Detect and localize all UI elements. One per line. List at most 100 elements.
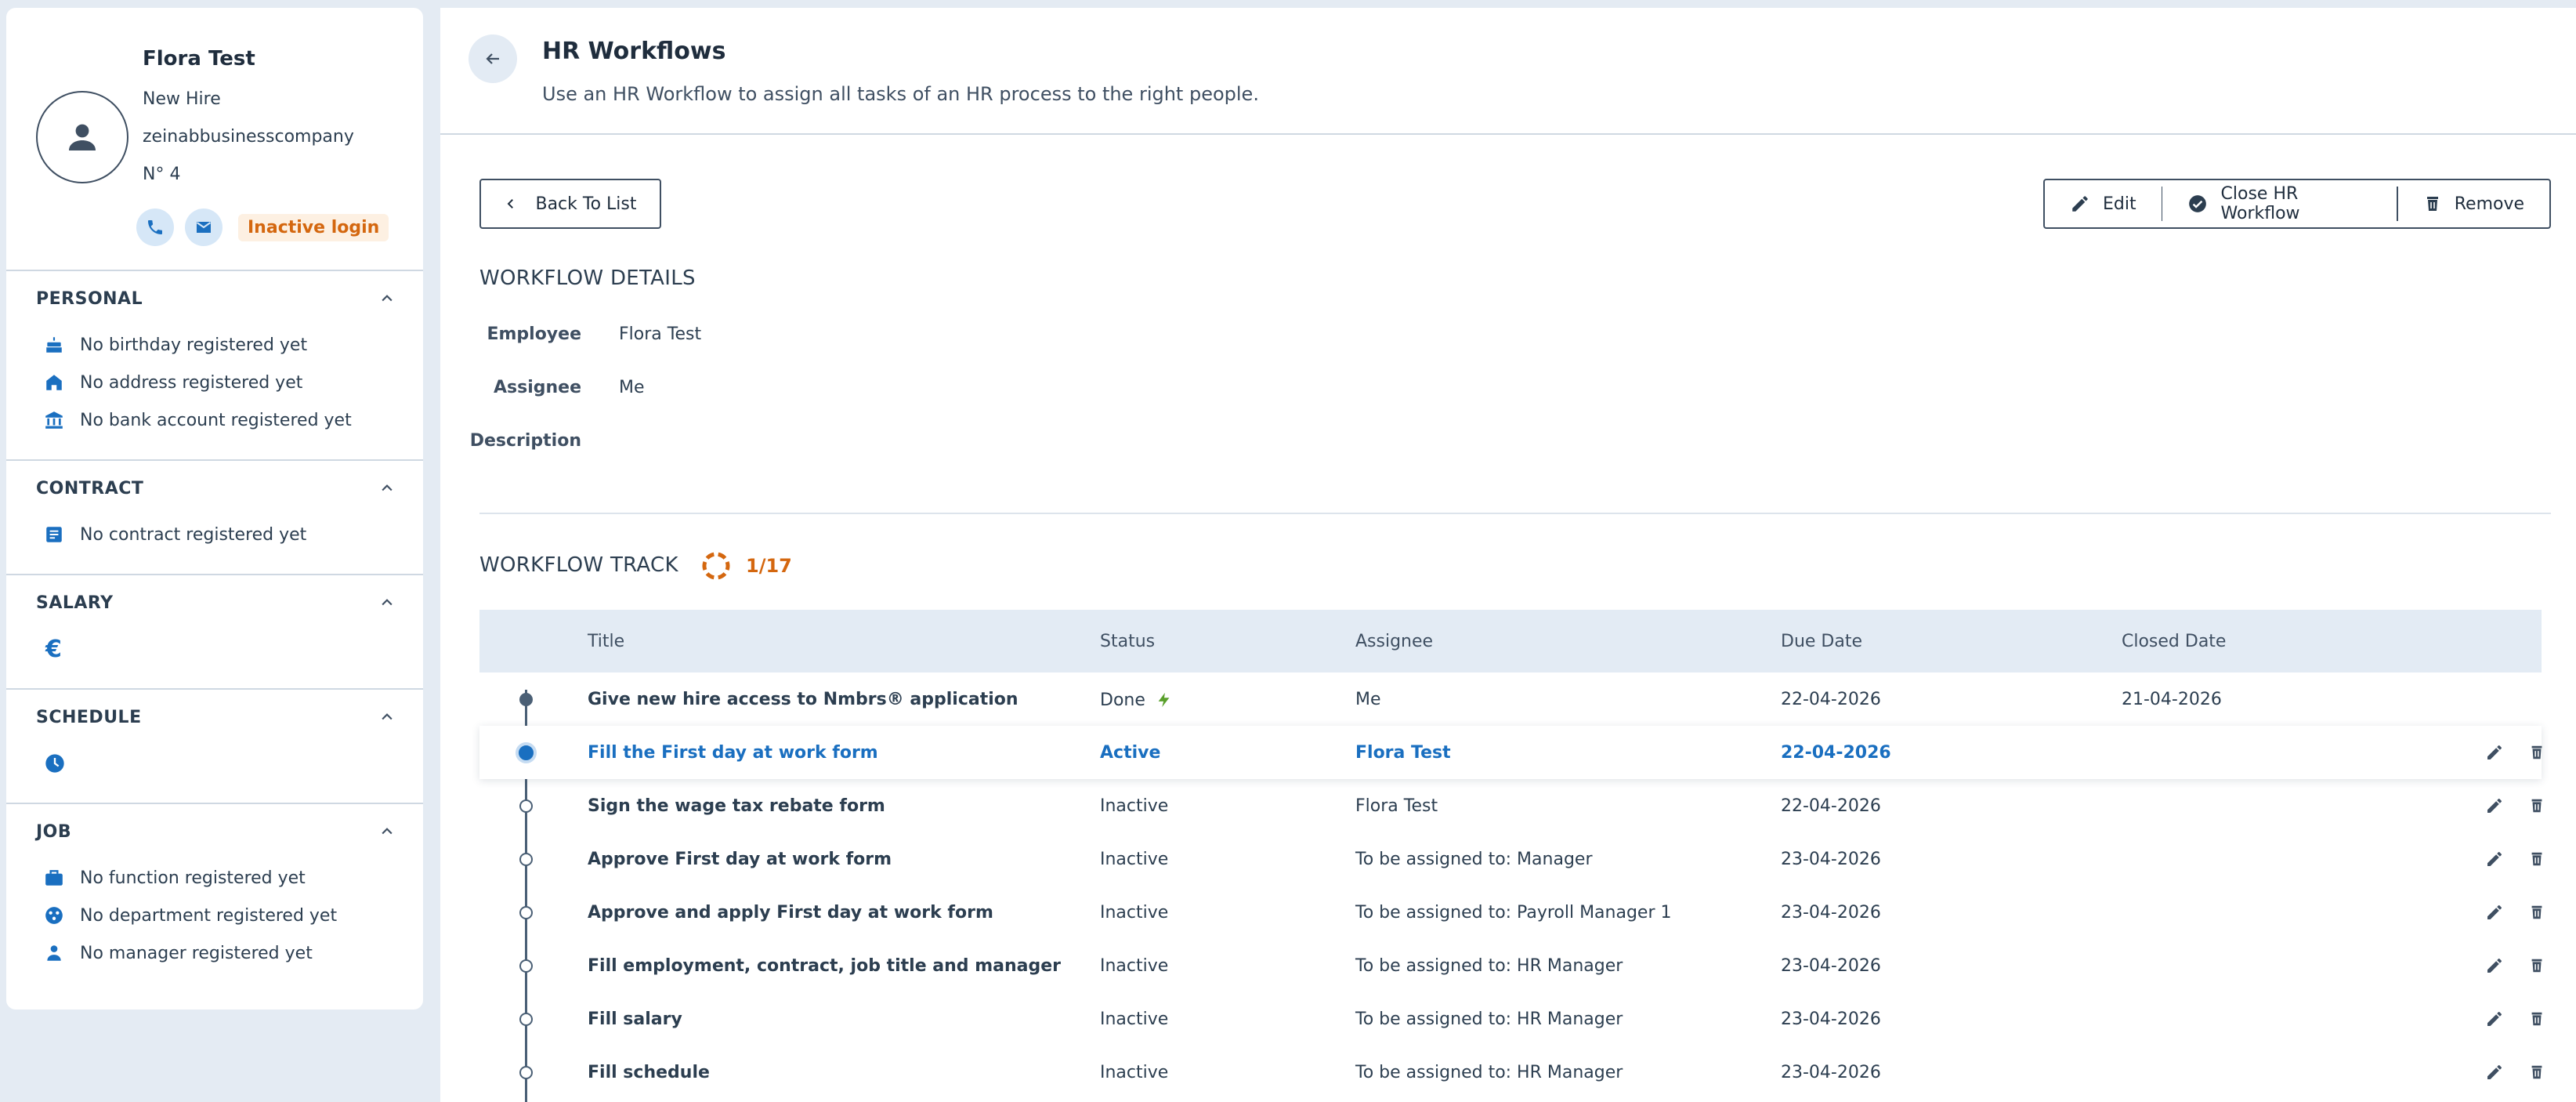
chevron-left-icon <box>508 199 514 208</box>
workflow-main-panel: HR Workflows Use an HR Workflow to assig… <box>440 8 2576 1102</box>
row-actions <box>2484 795 2548 817</box>
edit-button[interactable]: Edit <box>2045 180 2162 227</box>
department-item: No department registered yet <box>6 897 423 934</box>
bank-icon <box>45 411 63 429</box>
table-row[interactable]: Fill employment, contract, job title and… <box>479 939 2542 992</box>
manager-item: No manager registered yet <box>6 934 423 972</box>
column-header-due-date: Due Date <box>1781 631 1862 651</box>
trash-icon <box>2426 197 2438 211</box>
bank-account-text: No bank account registered yet <box>80 410 352 430</box>
section-title: SALARY <box>36 593 114 613</box>
back-to-list-button[interactable]: Back To List <box>479 179 661 229</box>
column-header-title: Title <box>588 631 625 651</box>
pencil-icon <box>2487 905 2502 919</box>
progress-ring-segment <box>705 571 715 580</box>
task-assignee: To be assigned to: HR Manager <box>1355 1063 1623 1082</box>
chevron-up-icon <box>382 295 393 302</box>
section-title: CONTRACT <box>36 478 144 498</box>
table-row[interactable]: Give new hire access to Nmbrs® applicati… <box>479 672 2542 726</box>
delete-task-button[interactable] <box>2526 1008 2548 1030</box>
task-title: Sign the wage tax rebate form <box>588 796 885 816</box>
remove-button[interactable]: Remove <box>2398 180 2549 227</box>
table-row[interactable]: Approve First day at work form Inactive … <box>479 832 2542 886</box>
schedule-item <box>6 745 423 782</box>
close-workflow-button[interactable]: Close HR Workflow <box>2162 180 2396 227</box>
table-row[interactable]: Fill salary Inactive To be assigned to: … <box>479 992 2542 1046</box>
header-back-button[interactable] <box>469 34 517 83</box>
employee-value: Flora Test <box>619 324 702 344</box>
edit-task-button[interactable] <box>2484 795 2505 817</box>
task-status-text: Done <box>1100 691 1145 710</box>
delete-task-button[interactable] <box>2526 1061 2548 1083</box>
birthday-item: No birthday registered yet <box>6 326 423 364</box>
close-workflow-label: Close HR Workflow <box>2220 184 2300 223</box>
delete-task-button[interactable] <box>2526 901 2548 923</box>
lightning-icon <box>1158 692 1170 708</box>
pencil-icon <box>2487 745 2502 759</box>
back-to-list-label: Back To List <box>535 194 637 214</box>
phone-icon <box>148 220 162 234</box>
assignee-label: Assignee <box>493 378 581 397</box>
delete-task-button[interactable] <box>2526 955 2548 977</box>
mail-icon <box>196 222 212 233</box>
salary-item: € <box>6 630 423 668</box>
edit-label: Edit <box>2103 194 2136 214</box>
job-section-header[interactable]: JOB <box>6 804 423 859</box>
task-assignee: To be assigned to: Payroll Manager 1 <box>1355 903 1672 923</box>
edit-task-button[interactable] <box>2484 955 2505 977</box>
schedule-section-header[interactable]: SCHEDULE <box>6 690 423 745</box>
task-due-date: 23-04-2026 <box>1781 850 1881 869</box>
row-actions <box>2484 741 2548 763</box>
table-row[interactable]: Fill the First day at work form Active F… <box>479 726 2542 779</box>
function-item: No function registered yet <box>6 859 423 897</box>
address-text: No address registered yet <box>80 372 303 393</box>
task-assignee: Flora Test <box>1355 743 1451 763</box>
table-row[interactable]: Fill schedule Inactive To be assigned to… <box>479 1046 2542 1099</box>
delete-task-button[interactable] <box>2526 795 2548 817</box>
edit-task-button[interactable] <box>2484 848 2505 870</box>
edit-task-button[interactable] <box>2484 1008 2505 1030</box>
contract-section-header[interactable]: CONTRACT <box>6 461 423 516</box>
progress-ring-segment <box>718 552 727 560</box>
avatar <box>36 91 128 183</box>
schedule-section: SCHEDULE <box>6 688 423 782</box>
pencil-icon <box>2487 852 2502 866</box>
edit-task-button[interactable] <box>2484 901 2505 923</box>
timeline-node <box>519 906 533 919</box>
pencil-icon <box>2487 799 2502 813</box>
employee-label: Employee <box>487 324 581 344</box>
briefcase-icon <box>45 870 63 886</box>
column-header-status: Status <box>1100 631 1156 651</box>
task-due-date: 23-04-2026 <box>1781 1010 1881 1029</box>
task-due-date: 22-04-2026 <box>1781 743 1891 763</box>
personal-section-header[interactable]: PERSONAL <box>6 271 423 326</box>
trash-icon <box>2531 905 2542 919</box>
personal-section: PERSONAL No birthday registered yet No a… <box>6 270 423 439</box>
check-circle-icon <box>2189 195 2207 212</box>
task-due-date: 22-04-2026 <box>1781 690 1881 709</box>
task-title: Fill employment, contract, job title and… <box>588 956 1062 976</box>
contract-text: No contract registered yet <box>80 524 307 545</box>
section-divider <box>479 513 2551 514</box>
salary-section-header[interactable]: SALARY <box>6 575 423 630</box>
call-button[interactable] <box>136 208 174 246</box>
address-item: No address registered yet <box>6 364 423 401</box>
task-status: Done <box>1100 690 1173 710</box>
task-assignee: Me <box>1355 690 1381 709</box>
workflow-actions: Edit Close HR Workflow Remove <box>2043 179 2551 229</box>
edit-task-button[interactable] <box>2484 1061 2505 1083</box>
progress-ring-segment <box>702 561 707 571</box>
delete-task-button[interactable] <box>2526 848 2548 870</box>
edit-task-button[interactable] <box>2484 741 2505 763</box>
person-icon <box>47 945 61 961</box>
progress-ring-icon <box>702 552 730 580</box>
table-row[interactable]: Sign the wage tax rebate form Inactive F… <box>479 779 2542 832</box>
table-row[interactable]: Approve and apply First day at work form… <box>479 886 2542 939</box>
email-button[interactable] <box>185 208 223 246</box>
description-label: Description <box>469 431 581 451</box>
table-body: Give new hire access to Nmbrs® applicati… <box>479 672 2542 1102</box>
clock-icon <box>45 754 64 773</box>
row-actions <box>2484 848 2548 870</box>
delete-task-button[interactable] <box>2526 741 2548 763</box>
timeline-node <box>519 1066 533 1079</box>
